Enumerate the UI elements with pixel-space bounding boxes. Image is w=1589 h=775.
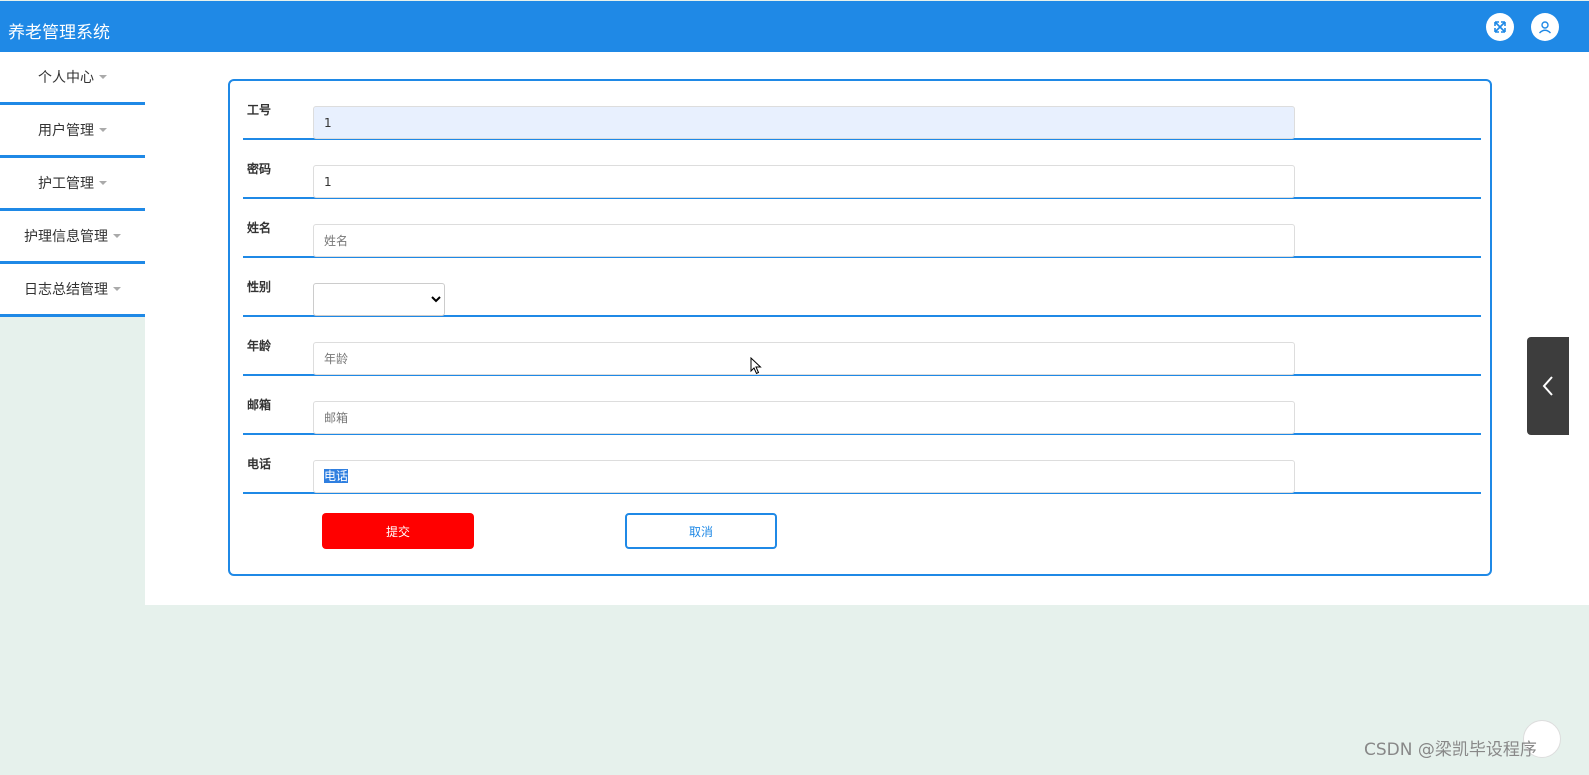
- chevron-left-icon: [1542, 376, 1553, 396]
- gender-label: 性别: [247, 280, 272, 294]
- mouse-cursor-icon: [750, 356, 762, 379]
- caret-down-icon: [99, 75, 107, 79]
- job-no-input[interactable]: [313, 106, 1295, 139]
- age-label: 年龄: [247, 339, 272, 353]
- phone-input[interactable]: 电话: [313, 460, 1295, 493]
- sidebar-item-label: 护工管理: [38, 176, 94, 192]
- job-no-label: 工号: [247, 103, 272, 117]
- form-row-phone: 电话 电话: [243, 435, 1481, 494]
- form-row-gender: 性别: [243, 258, 1481, 317]
- main-content: 工号 密码 姓名 性别 年龄 邮箱 电话 电话: [145, 52, 1589, 605]
- caret-down-icon: [99, 128, 107, 132]
- app-title: 养老管理系统: [8, 23, 110, 43]
- sidebar-item-log-summary-management[interactable]: 日志总结管理: [0, 264, 145, 317]
- user-icon[interactable]: [1531, 13, 1559, 41]
- sidebar-item-user-management[interactable]: 用户管理: [0, 105, 145, 158]
- form-row-name: 姓名: [243, 199, 1481, 258]
- password-input[interactable]: [313, 165, 1295, 198]
- top-header: 养老管理系统: [0, 1, 1589, 52]
- collapse-panel-button[interactable]: [1527, 337, 1569, 435]
- caret-down-icon: [113, 287, 121, 291]
- form-row-email: 邮箱: [243, 376, 1481, 435]
- password-label: 密码: [247, 162, 272, 176]
- sidebar-item-caregiver-management[interactable]: 护工管理: [0, 158, 145, 211]
- sidebar-item-personal-center[interactable]: 个人中心: [0, 52, 145, 105]
- caregiver-form: 工号 密码 姓名 性别 年龄 邮箱 电话 电话: [228, 79, 1492, 576]
- email-input[interactable]: [313, 401, 1295, 434]
- sidebar-item-care-info-management[interactable]: 护理信息管理: [0, 211, 145, 264]
- name-input[interactable]: [313, 224, 1295, 257]
- sidebar-item-label: 用户管理: [38, 123, 94, 139]
- name-label: 姓名: [247, 221, 272, 235]
- caret-down-icon: [113, 234, 121, 238]
- cancel-button[interactable]: 取消: [625, 513, 777, 549]
- gender-select[interactable]: [313, 283, 445, 316]
- sidebar-item-label: 个人中心: [38, 70, 94, 86]
- sidebar-item-label: 护理信息管理: [24, 229, 108, 245]
- age-input[interactable]: [313, 342, 1295, 375]
- phone-placeholder-selected: 电话: [324, 469, 349, 483]
- submit-button[interactable]: 提交: [322, 513, 474, 549]
- caret-down-icon: [99, 181, 107, 185]
- form-row-job-no: 工号: [243, 81, 1481, 140]
- watermark: CSDN @梁凯毕设程序: [1364, 740, 1537, 760]
- sidebar: 个人中心 用户管理 护工管理 护理信息管理 日志总结管理: [0, 52, 145, 317]
- form-row-password: 密码: [243, 140, 1481, 199]
- sidebar-item-label: 日志总结管理: [24, 282, 108, 298]
- fullscreen-icon[interactable]: [1486, 13, 1514, 41]
- form-row-age: 年龄: [243, 317, 1481, 376]
- phone-label: 电话: [247, 457, 272, 471]
- email-label: 邮箱: [247, 398, 272, 412]
